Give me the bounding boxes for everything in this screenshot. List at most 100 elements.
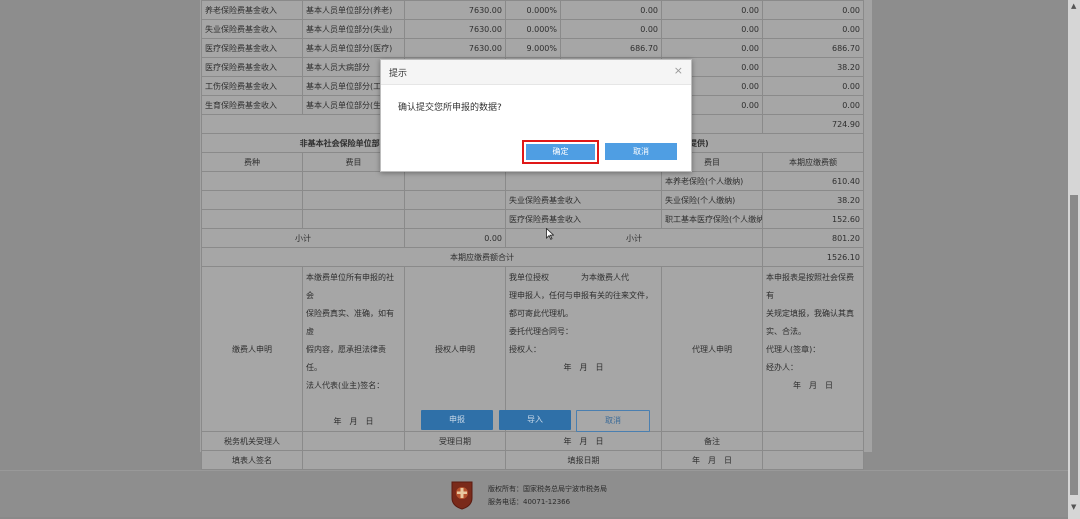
base-cell: 7630.00 — [404, 19, 506, 39]
left-amount-cell[interactable] — [404, 190, 506, 210]
cancel-button[interactable]: 取消 — [576, 410, 650, 432]
note-value[interactable] — [762, 431, 864, 451]
header-amount-due: 本期应缴费额 — [762, 152, 864, 172]
subtotal-label-right: 小计 — [505, 228, 763, 248]
left-fee-type-cell[interactable] — [201, 171, 303, 191]
declaration-line: 法人代表(业主)签名： — [306, 381, 385, 390]
rate-cell: 9.000% — [505, 38, 561, 58]
tax-emblem-icon — [451, 481, 473, 510]
declaration-line: 保险费真实、准确，如有虚 — [306, 309, 394, 336]
left-amount-cell[interactable] — [404, 209, 506, 229]
declaration-line: 经办人： — [766, 363, 798, 372]
table-row: 养老保险费基金收入 基本人员单位部分(养老) 7630.00 0.000% 0.00 0.… — [201, 0, 864, 20]
base-cell: 7630.00 — [404, 0, 506, 20]
personal-rows: 本养老保险(个人缴纳) 610.40 失业保险费基金收入 失业保险(个人缴纳) 38.2… — [201, 171, 864, 229]
confirm-dialog: 提示 × 确认提交您所申报的数据? 确定 取消 — [380, 59, 692, 172]
scroll-thumb[interactable] — [1070, 195, 1078, 495]
import-button[interactable]: 导入 — [499, 410, 571, 430]
declaration-line: 授权人： — [509, 345, 541, 354]
table-row: 本养老保险(个人缴纳) 610.40 — [201, 171, 864, 191]
dialog-titlebar: 提示 × — [381, 60, 691, 85]
table-row: 医疗保险费基金收入 基本人员单位部分(医疗) 7630.00 9.000% 686.70… — [201, 38, 864, 58]
left-fee-type-cell[interactable] — [201, 190, 303, 210]
ok-highlight: 确定 — [522, 140, 599, 164]
dialog-title: 提示 — [389, 69, 408, 79]
top-total: 724.90 — [762, 114, 864, 134]
subtotal-label-left: 小计 — [201, 228, 405, 248]
personal-fee-type-cell: 医疗保险费基金收入 — [505, 209, 662, 229]
subtotal-right: 801.20 — [762, 228, 864, 248]
amount-cell: 0.00 — [560, 19, 662, 39]
declaration-line: 年 月 日 — [793, 381, 833, 390]
personal-item-cell: 本养老保险(个人缴纳) — [661, 171, 763, 191]
table-row: 失业保险费基金收入 基本人员单位部分(失业) 7630.00 0.000% 0.00 0.… — [201, 19, 864, 39]
page: 养老保险费基金收入 基本人员单位部分(养老) 7630.00 0.000% 0.00 0.… — [0, 0, 1080, 519]
fee-type-cell: 医疗保险费基金收入 — [201, 57, 303, 77]
rate-cell: 0.000% — [505, 19, 561, 39]
accept-date-value[interactable]: 年 月 日 — [505, 431, 662, 451]
payer-declaration-label: 缴费人申明 — [201, 266, 303, 432]
personal-item-cell: 职工基本医疗保险(个人缴纳) — [661, 209, 763, 229]
note-label: 备注 — [661, 431, 763, 451]
fill-date-value[interactable]: 年 月 日 — [661, 450, 763, 470]
agent-declaration-label: 代理人申明 — [661, 266, 763, 432]
payer-declaration-text: 本缴费单位所有申报的社会 保险费真实、准确，如有虚 假内容，愿承担法律责任。法人代表… — [302, 266, 405, 432]
close-icon[interactable]: × — [674, 64, 683, 77]
reduction-cell: 0.00 — [661, 38, 763, 58]
payable-cell: 0.00 — [762, 0, 864, 20]
scroll-up-icon[interactable]: ▲ — [1071, 2, 1076, 10]
declaration-line: 年 月 日 — [563, 363, 604, 372]
item-cell: 基本人员单位部分(失业) — [302, 19, 405, 39]
declaration-line: 委托代理合同号： — [509, 327, 573, 336]
personal-fee-type-cell: 失业保险费基金收入 — [505, 190, 662, 210]
amount-cell: 0.00 — [560, 0, 662, 20]
declaration-line: 理申报人，任何与申报有关的往来文件， — [509, 291, 653, 300]
declaration-line: 本缴费单位所有申报的社会 — [306, 273, 394, 300]
fill-date-label: 填报日期 — [505, 450, 662, 470]
payable-cell: 38.20 — [762, 57, 864, 77]
header-fee-type: 费种 — [201, 152, 303, 172]
dialog-ok-button[interactable]: 确定 — [526, 144, 595, 160]
fee-type-cell: 失业保险费基金收入 — [201, 19, 303, 39]
table-row: 失业保险费基金收入 失业保险(个人缴纳) 38.20 — [201, 190, 864, 210]
left-amount-cell[interactable] — [404, 171, 506, 191]
fee-type-cell: 生育保险费基金收入 — [201, 95, 303, 115]
agent-declaration-text: 本申报表是按照社会保费有 关规定填报，我确认其真 实、合法。 代理人(签章)： 经办人：… — [762, 266, 864, 432]
dialog-message: 确认提交您所申报的数据? — [398, 103, 502, 113]
declaration-line: 代理人(签章)： — [766, 345, 821, 354]
declaration-line: 都可寄此代理机。 — [509, 309, 573, 318]
left-item-cell[interactable] — [302, 171, 405, 191]
fill-blank — [762, 450, 864, 470]
footer: 版权所有：国家税务总局宁波市税务局 服务电话：40071-12366 — [0, 470, 1068, 517]
declaration-line: 假内容，愿承担法律责任。 — [306, 345, 386, 372]
dialog-cancel-button[interactable]: 取消 — [605, 143, 677, 160]
tax-receiver-label: 税务机关受理人 — [201, 431, 303, 451]
payable-cell: 0.00 — [762, 95, 864, 115]
page-scrollbar[interactable]: ▲ ▼ — [1068, 0, 1080, 519]
declaration-line: 我单位授权 为本缴费人代 — [509, 273, 629, 282]
left-fee-type-cell[interactable] — [201, 209, 303, 229]
tax-receiver-value[interactable] — [302, 431, 405, 451]
fee-type-cell: 工伤保险费基金收入 — [201, 76, 303, 96]
personal-amount-cell: 38.20 — [762, 190, 864, 210]
declaration-line: 本申报表是按照社会保费有 — [766, 273, 854, 300]
filler-value[interactable] — [302, 450, 506, 470]
left-item-cell[interactable] — [302, 190, 405, 210]
declaration-line: 实、合法。 — [766, 327, 806, 336]
declaration-line: 年 月 日 — [333, 417, 374, 426]
footer-copyright: 版权所有：国家税务总局宁波市税务局 — [488, 485, 607, 493]
reduction-cell: 0.00 — [661, 19, 763, 39]
authorize-declaration-text: 我单位授权 为本缴费人代理申报人，任何与申报有关的往来文件， 都可寄此代理机。 委托… — [505, 266, 662, 432]
personal-amount-cell: 610.40 — [762, 171, 864, 191]
item-cell: 基本人员单位部分(医疗) — [302, 38, 405, 58]
grand-total-label: 本期应缴费额合计 — [201, 247, 763, 267]
amount-cell: 686.70 — [560, 38, 662, 58]
footer-phone: 服务电话：40071-12366 — [488, 498, 571, 506]
scroll-down-icon[interactable]: ▼ — [1071, 503, 1076, 511]
fee-type-cell: 养老保险费基金收入 — [201, 0, 303, 20]
left-item-cell[interactable] — [302, 209, 405, 229]
submit-button[interactable]: 申报 — [421, 410, 493, 430]
authorize-declaration-label: 授权人申明 — [404, 266, 506, 432]
grand-total: 1526.10 — [762, 247, 864, 267]
base-cell: 7630.00 — [404, 38, 506, 58]
